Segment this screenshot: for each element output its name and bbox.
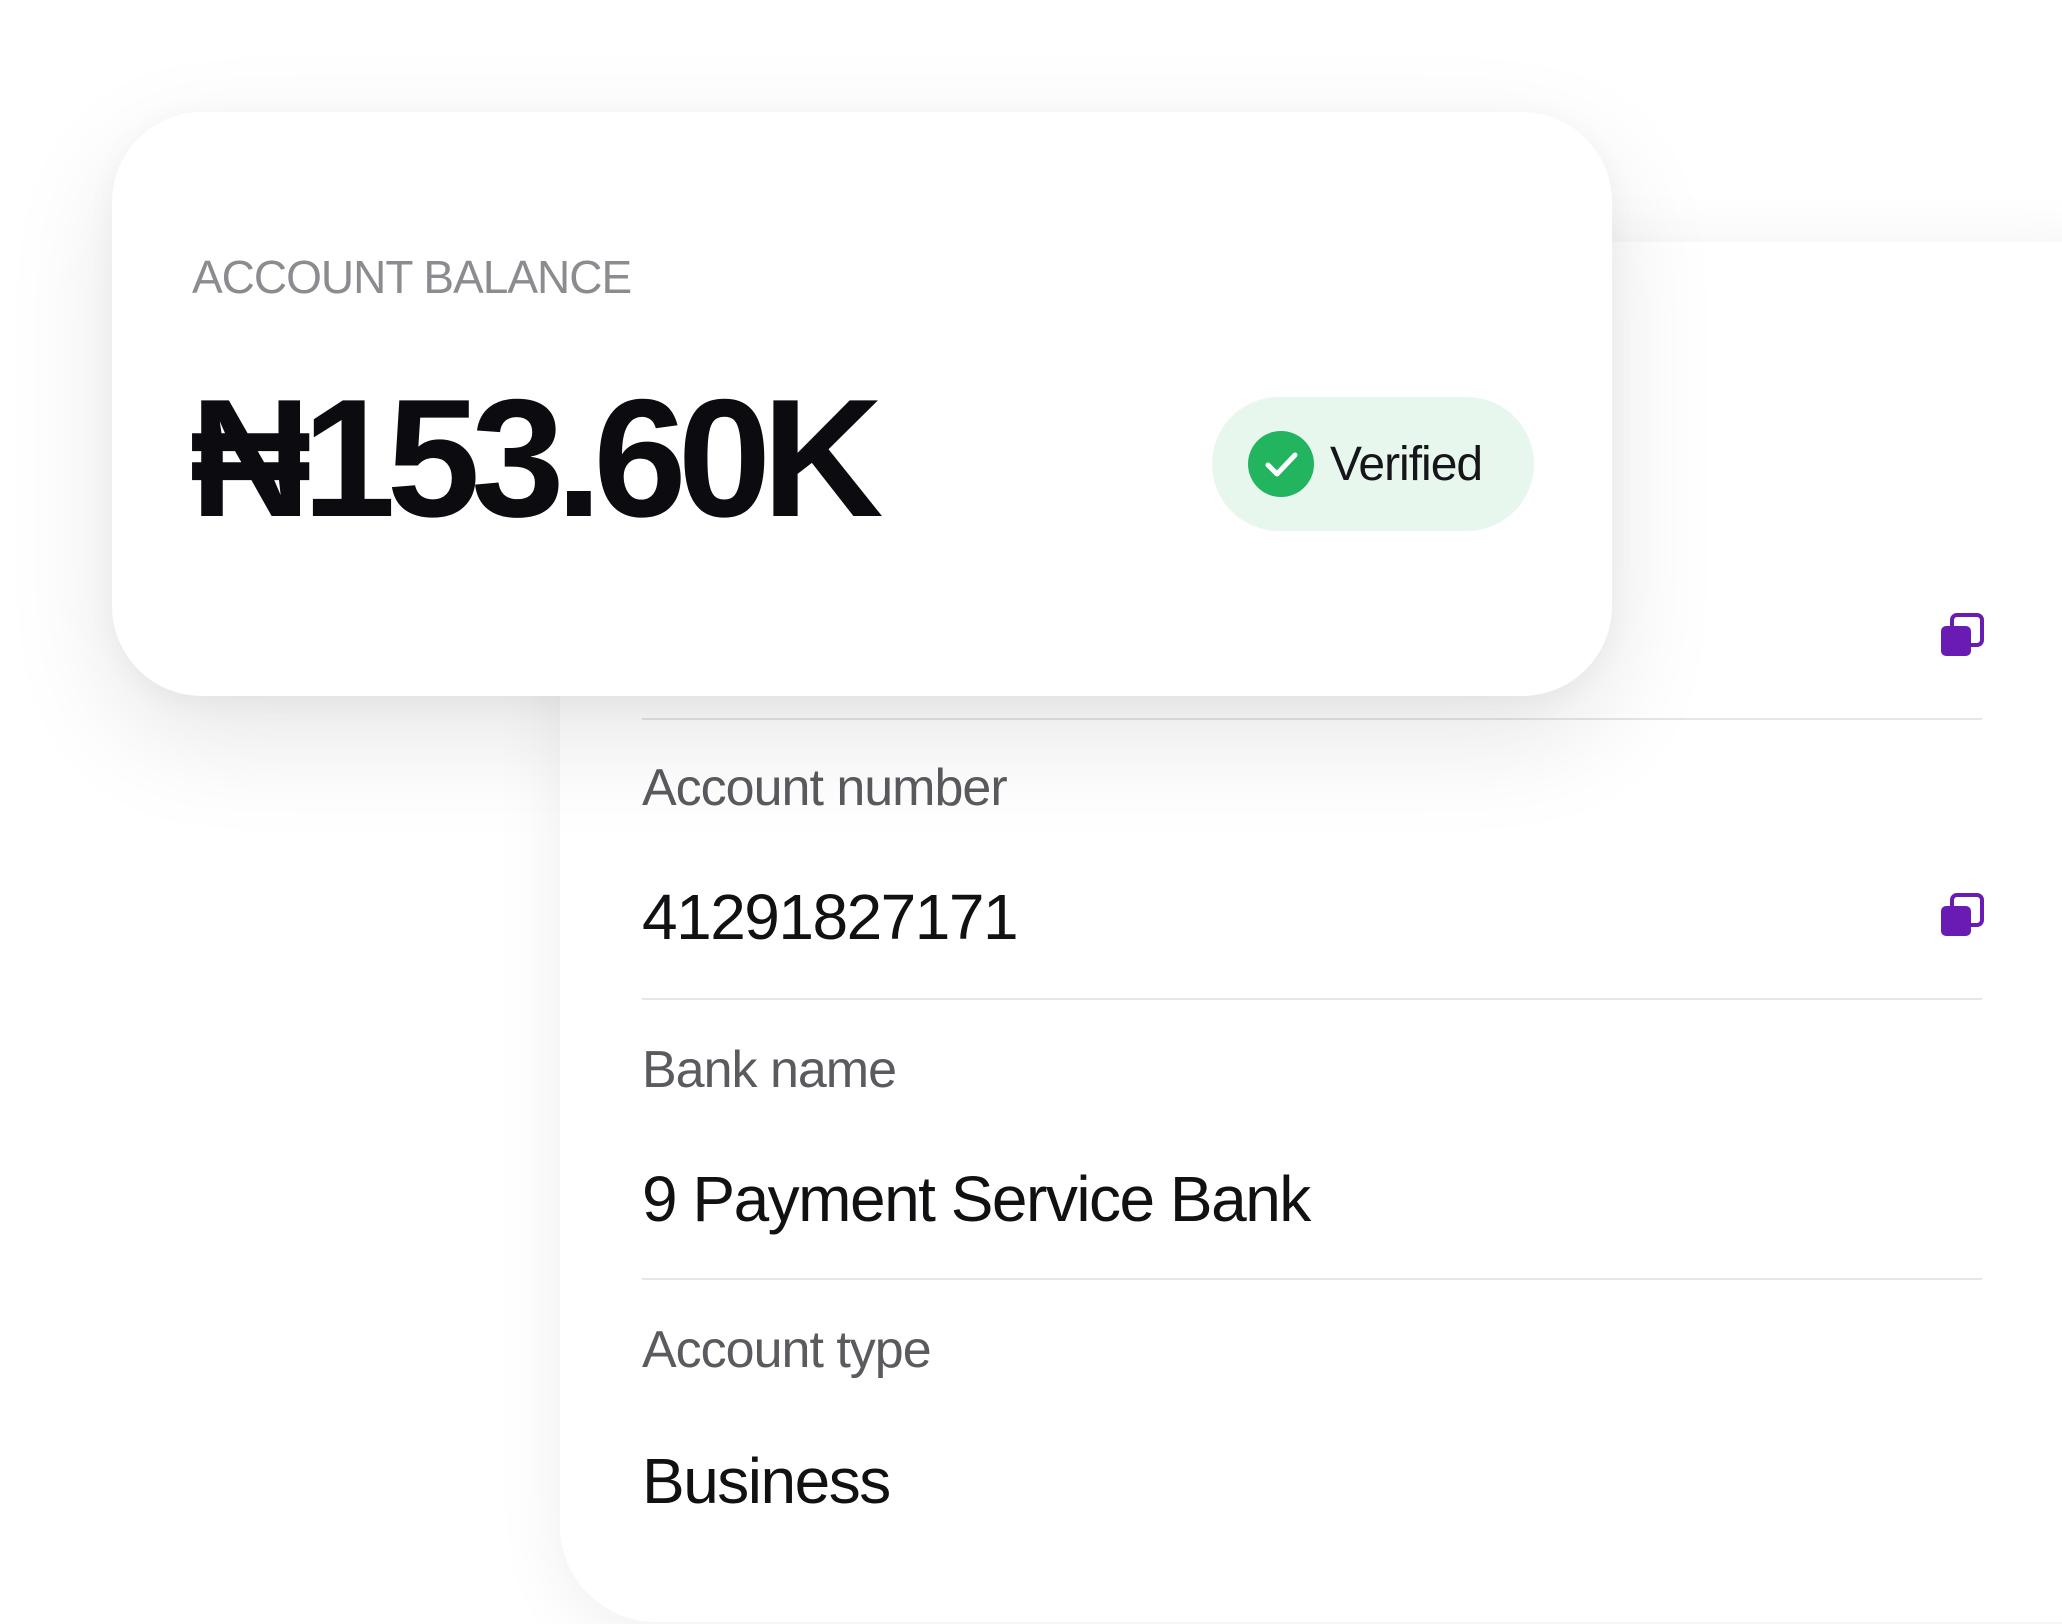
divider [642, 1278, 1982, 1280]
account-type-value: Business [642, 1445, 891, 1517]
bank-name-value: 9 Payment Service Bank [642, 1163, 1311, 1235]
account-type-label: Account type [642, 1321, 932, 1379]
check-circle-icon [1248, 431, 1314, 497]
copy-icon [1941, 613, 1984, 656]
account-type-row: Account type Business [642, 1320, 1982, 1520]
divider [642, 718, 1982, 720]
divider [642, 998, 1982, 1000]
bank-name-row: Bank name 9 Payment Service Bank [642, 1040, 1982, 1280]
copy-account-number-button[interactable] [1938, 892, 1986, 940]
bank-name-label: Bank name [642, 1041, 897, 1099]
copy-icon [1941, 893, 1984, 936]
copy-button[interactable] [1938, 612, 1986, 660]
account-balance-amount: ₦153.60K [190, 364, 883, 552]
account-number-row: Account number 41291827171 [642, 758, 1982, 1000]
account-number-label: Account number [642, 759, 1008, 817]
verified-label: Verified [1330, 438, 1483, 491]
account-balance-card: ACCOUNT BALANCE ₦153.60K Verified [112, 112, 1612, 696]
account-number-value: 41291827171 [642, 881, 1019, 953]
account-balance-label: ACCOUNT BALANCE [192, 251, 632, 303]
verified-badge: Verified [1212, 397, 1534, 531]
